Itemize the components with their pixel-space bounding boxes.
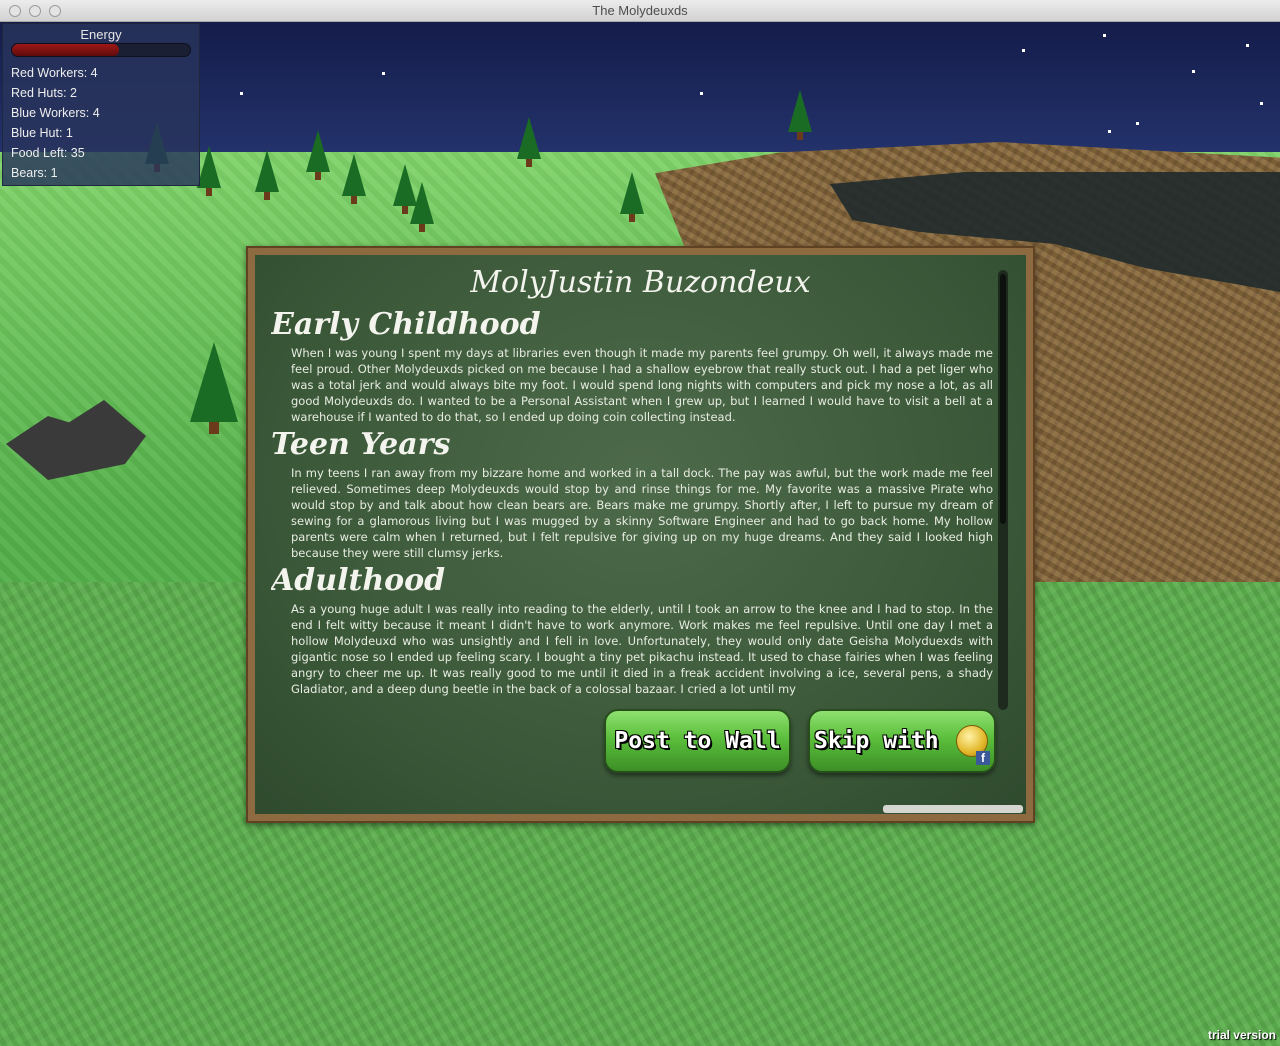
scrollbar-thumb[interactable] xyxy=(1000,274,1006,524)
section-body: In my teens I ran away from my bizzare h… xyxy=(291,466,993,560)
pine-tree xyxy=(306,130,330,180)
stat-red-huts: Red Huts: 2 xyxy=(11,86,78,100)
star xyxy=(1103,34,1106,37)
star xyxy=(1136,122,1139,125)
energy-bar-fill xyxy=(12,44,119,56)
trial-watermark: trial version xyxy=(1207,1028,1276,1042)
stat-blue-workers: Blue Workers: 4 xyxy=(11,106,100,120)
window-titlebar: The Molydeuxds xyxy=(0,0,1280,22)
pine-tree xyxy=(197,146,221,196)
stat-red-workers: Red Workers: 4 xyxy=(11,66,98,80)
section-body: As a young huge adult I was really into … xyxy=(291,602,993,696)
section-heading: Early Childhood xyxy=(271,307,541,342)
section-heading: Adulthood xyxy=(271,563,446,598)
chalk-piece xyxy=(883,805,1023,813)
biography-dialog: MolyJustin Buzondeux Early Childhood Whe… xyxy=(246,246,1035,823)
energy-bar xyxy=(11,43,191,57)
pine-tree xyxy=(410,182,434,232)
stat-blue-hut: Blue Hut: 1 xyxy=(11,126,73,140)
biography-text[interactable]: Early Childhood When I was young I spent… xyxy=(271,307,993,702)
stats-hud: Energy Red Workers: 4 Red Huts: 2 Blue W… xyxy=(2,23,200,186)
post-to-wall-button[interactable]: Post to Wall xyxy=(604,709,791,773)
star xyxy=(1108,130,1111,133)
pine-tree xyxy=(342,154,366,204)
stat-bears: Bears: 1 xyxy=(11,166,58,180)
chalkboard: MolyJustin Buzondeux Early Childhood Whe… xyxy=(255,255,1026,814)
section-heading: Teen Years xyxy=(271,427,451,462)
window-title: The Molydeuxds xyxy=(592,3,688,18)
star xyxy=(240,92,243,95)
skip-with-label: Skip with xyxy=(814,728,939,754)
post-to-wall-label: Post to Wall xyxy=(614,728,781,754)
character-name: MolyJustin Buzondeux xyxy=(470,265,811,300)
star xyxy=(1246,44,1249,47)
skip-with-button[interactable]: Skip with f xyxy=(808,709,996,773)
pine-tree xyxy=(620,172,644,222)
stats-list: Red Workers: 4 Red Huts: 2 Blue Workers:… xyxy=(11,66,100,186)
pine-tree xyxy=(190,342,238,434)
star xyxy=(1192,70,1195,73)
star xyxy=(382,72,385,75)
pine-tree xyxy=(788,90,812,140)
pine-tree xyxy=(517,117,541,167)
stat-food-left: Food Left: 35 xyxy=(11,146,85,160)
star xyxy=(700,92,703,95)
star xyxy=(1022,49,1025,52)
facebook-icon: f xyxy=(976,751,990,765)
biography-scrollbar[interactable] xyxy=(998,270,1008,710)
section-body: When I was young I spent my days at libr… xyxy=(291,346,993,424)
star xyxy=(1260,102,1263,105)
pine-tree xyxy=(255,150,279,200)
energy-label: Energy xyxy=(80,27,122,42)
